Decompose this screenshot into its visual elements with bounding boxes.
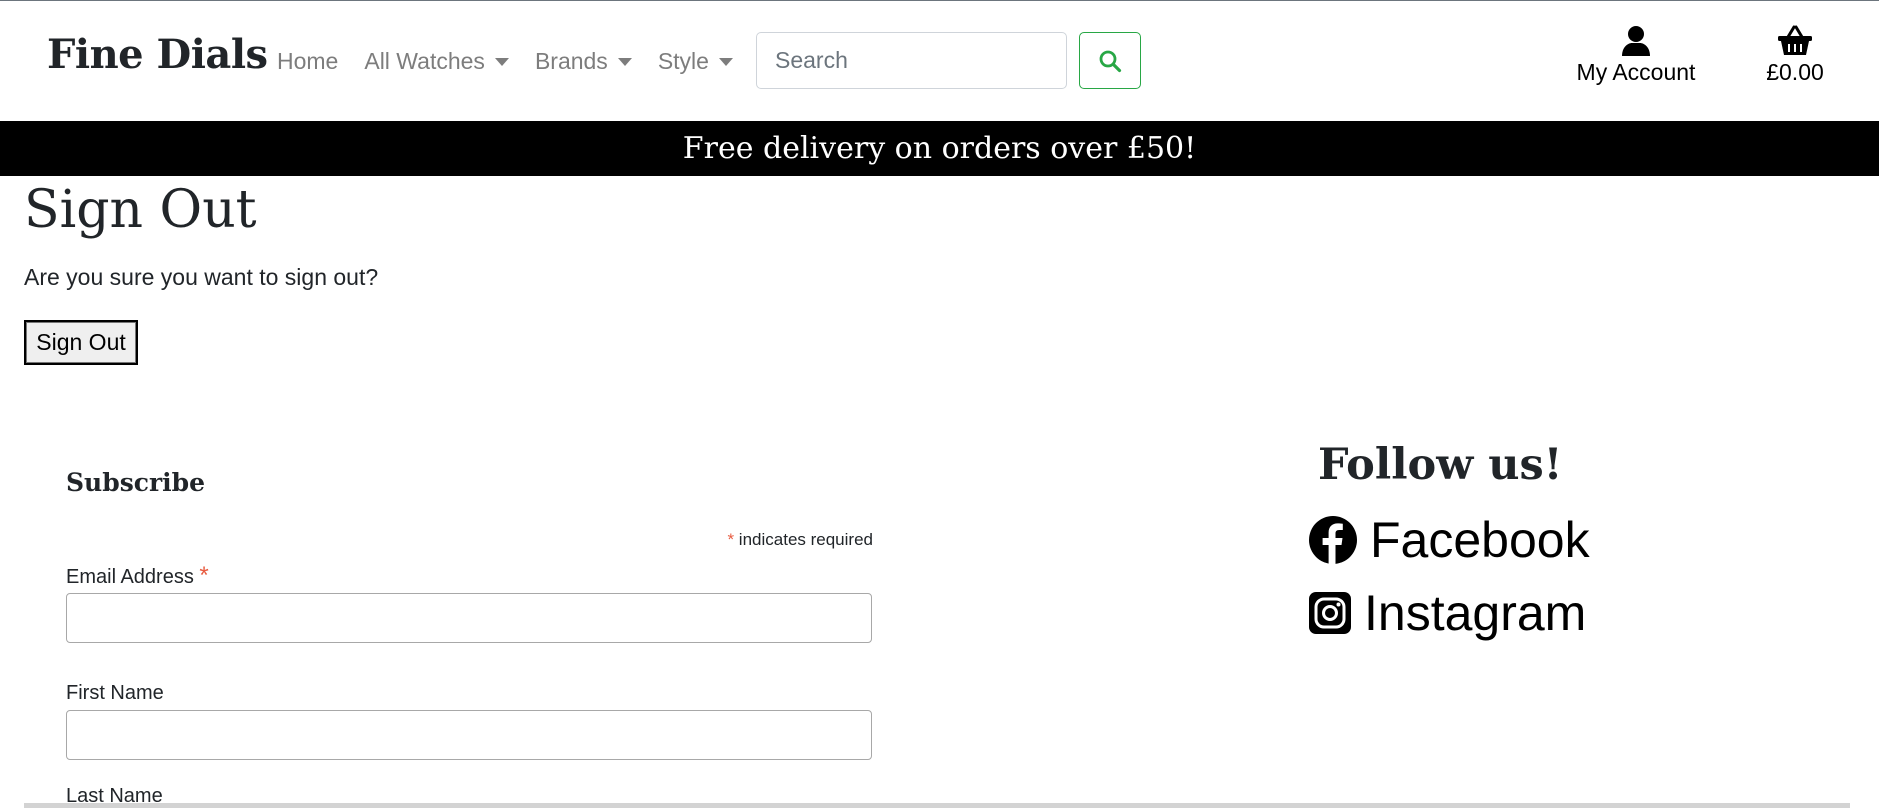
search-icon bbox=[1099, 50, 1122, 72]
my-account-label: My Account bbox=[1576, 59, 1696, 85]
chevron-down-icon bbox=[494, 58, 509, 66]
facebook-icon bbox=[1309, 516, 1357, 564]
sign-out-button[interactable]: Sign Out bbox=[24, 320, 138, 365]
required-asterisk: * bbox=[727, 530, 735, 549]
chevron-down-icon bbox=[617, 58, 632, 66]
chevron-down-icon bbox=[718, 58, 733, 66]
first-name-field[interactable] bbox=[66, 710, 872, 760]
delivery-banner: Free delivery on orders over £50! bbox=[0, 121, 1879, 176]
search-button[interactable] bbox=[1079, 32, 1141, 89]
email-label: Email Address * bbox=[66, 562, 209, 590]
instagram-label: Instagram bbox=[1364, 585, 1587, 641]
nav-style-label: Style bbox=[657, 47, 709, 74]
email-label-text: Email Address bbox=[66, 566, 194, 588]
search-input[interactable] bbox=[756, 32, 1067, 89]
instagram-icon bbox=[1309, 592, 1351, 634]
signout-confirm-text: Are you sure you want to sign out? bbox=[24, 264, 379, 290]
main-nav: Home All Watches Brands Style bbox=[277, 46, 759, 76]
email-required-asterisk: * bbox=[199, 562, 209, 589]
basket-icon bbox=[1778, 25, 1812, 55]
email-field[interactable] bbox=[66, 593, 872, 643]
banner-text: Free delivery on orders over £50! bbox=[682, 131, 1197, 166]
instagram-link[interactable]: Instagram bbox=[1308, 584, 1586, 642]
horizontal-scrollbar[interactable] bbox=[24, 803, 1850, 808]
nav-home-label: Home bbox=[277, 47, 339, 74]
user-icon bbox=[1622, 26, 1650, 56]
subscribe-title: Subscribe bbox=[66, 468, 206, 497]
facebook-link[interactable]: Facebook bbox=[1308, 511, 1590, 569]
nav-style[interactable]: Style bbox=[658, 48, 733, 75]
brand-logo[interactable]: Fine Dials bbox=[47, 31, 268, 78]
nav-brands[interactable]: Brands bbox=[535, 48, 632, 75]
required-note: * indicates required bbox=[600, 530, 873, 550]
nav-home[interactable]: Home bbox=[277, 48, 338, 75]
basket-total: £0.00 bbox=[1766, 59, 1824, 85]
nav-brands-label: Brands bbox=[534, 47, 608, 74]
nav-all-watches-label: All Watches bbox=[364, 47, 485, 74]
page-title: Sign Out bbox=[24, 180, 257, 240]
my-account-link[interactable]: My Account bbox=[1566, 25, 1706, 86]
site-header: Fine Dials Home All Watches Brands Style bbox=[0, 1, 1879, 121]
basket-link[interactable]: £0.00 bbox=[1755, 25, 1835, 86]
follow-us-title: Follow us! bbox=[1318, 440, 1563, 490]
nav-all-watches[interactable]: All Watches bbox=[364, 48, 509, 75]
facebook-label: Facebook bbox=[1370, 512, 1590, 568]
first-name-label: First Name bbox=[66, 682, 164, 704]
required-note-text: indicates required bbox=[738, 530, 873, 549]
